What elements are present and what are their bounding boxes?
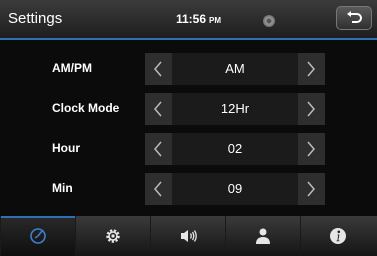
chevron-left-icon [154,141,162,157]
info-icon [330,228,346,244]
hour-next-button[interactable] [298,133,325,165]
chevron-right-icon [307,101,315,117]
hour-selector: 02 [145,133,325,165]
clock-mode-value: 12Hr [172,93,298,125]
active-tab-indicator [1,216,76,218]
clock-mode-next-button[interactable] [298,93,325,125]
header-accent-line [0,38,377,40]
settings-screen: Settings 11:56 PM AM/PM AM Clock Mode 12… [0,0,377,256]
chevron-left-icon [154,101,162,117]
back-icon [347,11,362,23]
tab-general-settings[interactable] [75,216,150,256]
clock-display: 11:56 PM [176,12,221,26]
clock-ampm: PM [209,16,222,25]
setting-label: Clock Mode [52,101,120,115]
clock-time: 11:56 [176,12,207,26]
gear-icon [106,229,120,243]
setting-label: Hour [52,141,80,155]
ampm-selector: AM [145,53,325,85]
min-selector: 09 [145,173,325,205]
chevron-right-icon [307,61,315,77]
hour-value: 02 [172,133,298,165]
setting-label: Min [52,181,73,195]
setting-row-hour: Hour 02 [0,133,377,165]
tab-user[interactable] [225,216,300,256]
hour-prev-button[interactable] [145,133,172,165]
clock-mode-selector: 12Hr [145,93,325,125]
setting-row-clock-mode: Clock Mode 12Hr [0,93,377,125]
chevron-right-icon [307,181,315,197]
bottom-tab-bar [0,216,377,256]
person-icon [256,228,270,244]
page-title: Settings [8,10,63,27]
tab-info[interactable] [300,216,377,256]
min-next-button[interactable] [298,173,325,205]
header-bar: Settings 11:56 PM [0,0,377,39]
back-button[interactable] [336,6,372,30]
chevron-left-icon [154,61,162,77]
setting-row-ampm: AM/PM AM [0,53,377,85]
tab-clock[interactable] [0,216,76,256]
setting-row-min: Min 09 [0,173,377,205]
ampm-value: AM [172,53,298,85]
setting-label: AM/PM [52,61,92,75]
ampm-prev-button[interactable] [145,53,172,85]
clock-mode-prev-button[interactable] [145,93,172,125]
tab-audio[interactable] [150,216,225,256]
ampm-next-button[interactable] [298,53,325,85]
disc-icon [263,15,275,27]
min-prev-button[interactable] [145,173,172,205]
chevron-left-icon [154,181,162,197]
chevron-right-icon [307,141,315,157]
min-value: 09 [172,173,298,205]
clock-icon [30,228,46,244]
speaker-icon [181,230,197,242]
